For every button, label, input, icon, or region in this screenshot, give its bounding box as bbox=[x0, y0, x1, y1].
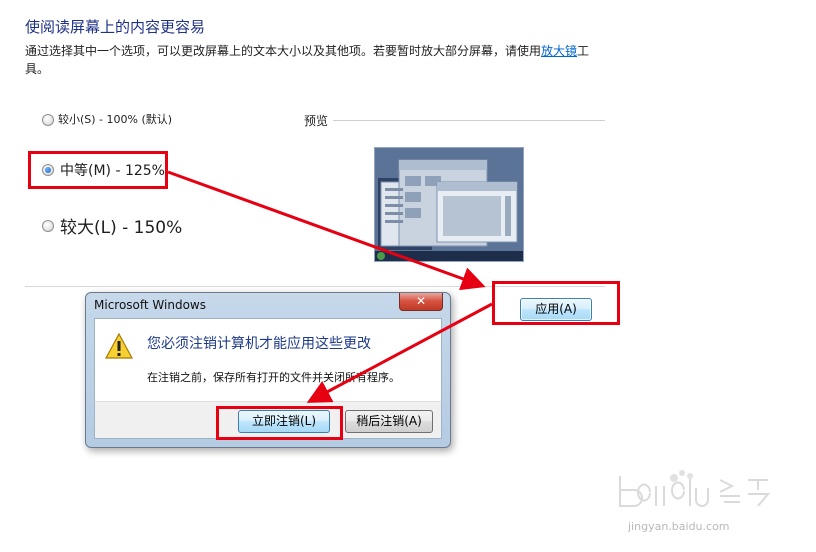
arrow-apply-to-logoff bbox=[306, 302, 493, 403]
arrow-option-to-apply bbox=[167, 170, 486, 291]
watermark-site: jingyan.baidu.com bbox=[628, 520, 730, 533]
